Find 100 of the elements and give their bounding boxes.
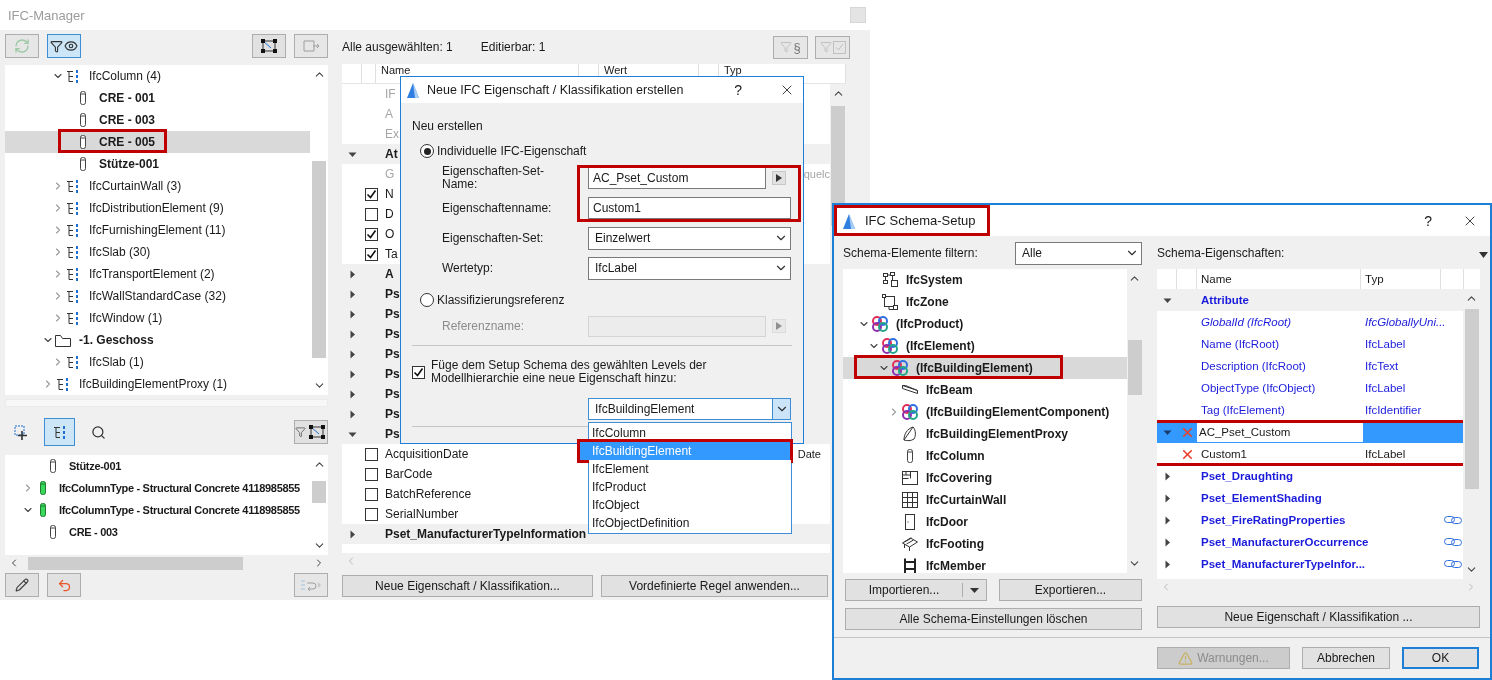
tree-item[interactable]: IfcBeam — [843, 379, 1127, 401]
toolbar-button[interactable] — [294, 420, 328, 444]
tree-item[interactable]: IfcSlab (1) — [5, 351, 310, 373]
tree-item[interactable]: IfcColumnType - Structural Concrete 4118985855 — [5, 499, 310, 521]
dropdown[interactable]: Alle — [1015, 241, 1142, 265]
checkbox[interactable] — [365, 247, 378, 261]
tree-item[interactable]: IfcFooting — [843, 533, 1127, 555]
tree-item[interactable]: IfcColumn — [843, 445, 1127, 467]
tree-item[interactable]: (IfcElement) — [843, 335, 1127, 357]
tree-item[interactable]: IfcCovering — [843, 467, 1127, 489]
checkbox[interactable] — [365, 227, 378, 241]
dropdown[interactable]: IfcLabel — [588, 256, 791, 280]
tree-item[interactable]: CRE - 005 — [5, 131, 310, 153]
new-property-button[interactable]: Neue Eigenschaft / Klassifikation... — [342, 575, 593, 597]
tree-item[interactable]: IfcSlab (30) — [5, 241, 310, 263]
property-name: A — [384, 267, 394, 281]
radio-button[interactable] — [420, 144, 434, 158]
tree-label: IfcWindow (1) — [89, 311, 163, 325]
checkbox[interactable] — [365, 487, 378, 501]
tree-label: CRE - 005 — [99, 135, 156, 149]
list-tree-icon — [65, 68, 81, 84]
property-name: N — [384, 187, 394, 201]
column-header[interactable]: Name — [381, 65, 411, 76]
input-field[interactable]: AC_Pset_Custom — [588, 167, 766, 189]
ok-button[interactable]: OK — [1402, 647, 1479, 669]
tree-item[interactable]: (IfcProduct) — [843, 313, 1127, 335]
checkbox[interactable] — [365, 207, 378, 221]
clear-settings-button[interactable]: Alle Schema-Einstellungen löschen — [845, 608, 1142, 630]
menu-arrow-icon[interactable] — [1479, 252, 1488, 258]
cancel-button[interactable]: Abbrechen — [1302, 647, 1390, 669]
scroll-thumb[interactable] — [312, 481, 326, 503]
tree-item[interactable]: IfcCurtainWall — [843, 489, 1127, 511]
eye-icon — [64, 39, 78, 53]
folder-icon — [54, 332, 72, 348]
tree-item[interactable]: Stütze-001 — [5, 153, 310, 175]
apply-rule-button[interactable]: Vordefinierte Regel anwenden... — [601, 575, 828, 597]
help-button[interactable]: ? — [734, 82, 742, 98]
dropdown[interactable]: Einzelwert — [588, 226, 791, 250]
column-header[interactable]: Typ — [724, 65, 742, 76]
scroll-thumb[interactable] — [28, 556, 243, 570]
tree-label: IfcSlab (30) — [89, 245, 151, 259]
app-icon — [842, 212, 856, 229]
tree-item[interactable]: CRE - 003 — [5, 109, 310, 131]
import-button[interactable]: Importieren... — [845, 579, 987, 601]
tree-item[interactable]: Stütze-001 — [5, 455, 310, 477]
table-row[interactable]: AC_Pset_Custom — [1157, 421, 1463, 443]
checkbox[interactable] — [412, 365, 425, 379]
column-header[interactable]: Typ — [1365, 273, 1384, 285]
toolbar-button[interactable] — [252, 34, 286, 58]
help-button[interactable]: ? — [1424, 212, 1432, 229]
browse-button[interactable] — [772, 171, 786, 185]
checkbox[interactable] — [365, 467, 378, 481]
tree-item[interactable]: IfcBuildingElementProxy — [843, 423, 1127, 445]
scroll-thumb[interactable] — [1464, 309, 1479, 489]
property-name: Pset_ManufacturerOccurrence — [1200, 536, 1370, 548]
tree-item[interactable]: IfcWindow (1) — [5, 307, 310, 329]
tree-item[interactable]: IfcSystem — [843, 269, 1127, 291]
list-tree-icon — [55, 376, 71, 392]
tree-item[interactable]: IfcDistributionElement (9) — [5, 197, 310, 219]
input-field[interactable]: AC_Pset_Custom — [1197, 422, 1363, 442]
table-row[interactable]: Attribute — [1157, 289, 1463, 311]
tree-item[interactable]: IfcBuildingElementProxy (1) — [5, 373, 310, 395]
tree-item[interactable]: IfcCurtainWall (3) — [5, 175, 310, 197]
input-field[interactable]: Custom1 — [588, 197, 791, 219]
radio-button[interactable] — [420, 293, 434, 307]
checkbox[interactable] — [365, 187, 378, 201]
tree-item[interactable]: CRE - 001 — [5, 87, 310, 109]
vertical-scrollbar[interactable] — [1463, 289, 1480, 579]
property-name: Ps — [384, 387, 400, 401]
new-property-button[interactable]: Neue Eigenschaft / Klassifikation ... — [1157, 606, 1480, 628]
tree-item[interactable]: IfcTransportElement (2) — [5, 263, 310, 285]
column-header[interactable]: Wert — [604, 65, 628, 76]
tree-item[interactable]: IfcFurnishingElement (11) — [5, 219, 310, 241]
scroll-thumb[interactable] — [312, 161, 326, 358]
tree-item[interactable]: -1. Geschoss — [5, 329, 310, 351]
property-type: IfcIdentifier — [1364, 404, 1423, 416]
filter-icon — [295, 426, 306, 438]
tree-label: (IfcBuildingElementComponent) — [926, 405, 1110, 419]
nodes-icon — [307, 423, 327, 441]
checkbox[interactable] — [365, 447, 378, 461]
tree-item[interactable]: IfcZone — [843, 291, 1127, 313]
tree-item[interactable]: CRE - 003 — [5, 521, 310, 543]
field-label: Eigenschaften-Set-Name: — [442, 165, 546, 191]
toolbar-button[interactable] — [47, 34, 81, 58]
tree-item[interactable]: IfcMember — [843, 555, 1127, 573]
tree-item[interactable]: IfcWallStandardCase (32) — [5, 285, 310, 307]
radio-label: Individuelle IFC-Eigenschaft — [437, 144, 587, 158]
list-tree-icon — [65, 310, 81, 326]
checkbox[interactable] — [365, 507, 378, 521]
caret-icon[interactable] — [970, 587, 979, 593]
tree-item[interactable]: IfcDoor — [843, 511, 1127, 533]
tree-item[interactable]: (IfcBuildingElement) — [843, 357, 1127, 379]
tree-label: IfcColumn — [926, 449, 985, 463]
tree-item[interactable]: IfcColumnType - Structural Concrete 4118985855 — [5, 477, 310, 499]
scroll-thumb[interactable] — [1127, 340, 1142, 395]
tree-item[interactable]: (IfcBuildingElementComponent) — [843, 401, 1127, 423]
export-button[interactable]: Exportieren... — [999, 579, 1142, 601]
tree-item[interactable]: IfcColumn (4) — [5, 65, 310, 87]
column-header[interactable]: Name — [1201, 273, 1232, 285]
list-tree-icon — [65, 354, 81, 370]
